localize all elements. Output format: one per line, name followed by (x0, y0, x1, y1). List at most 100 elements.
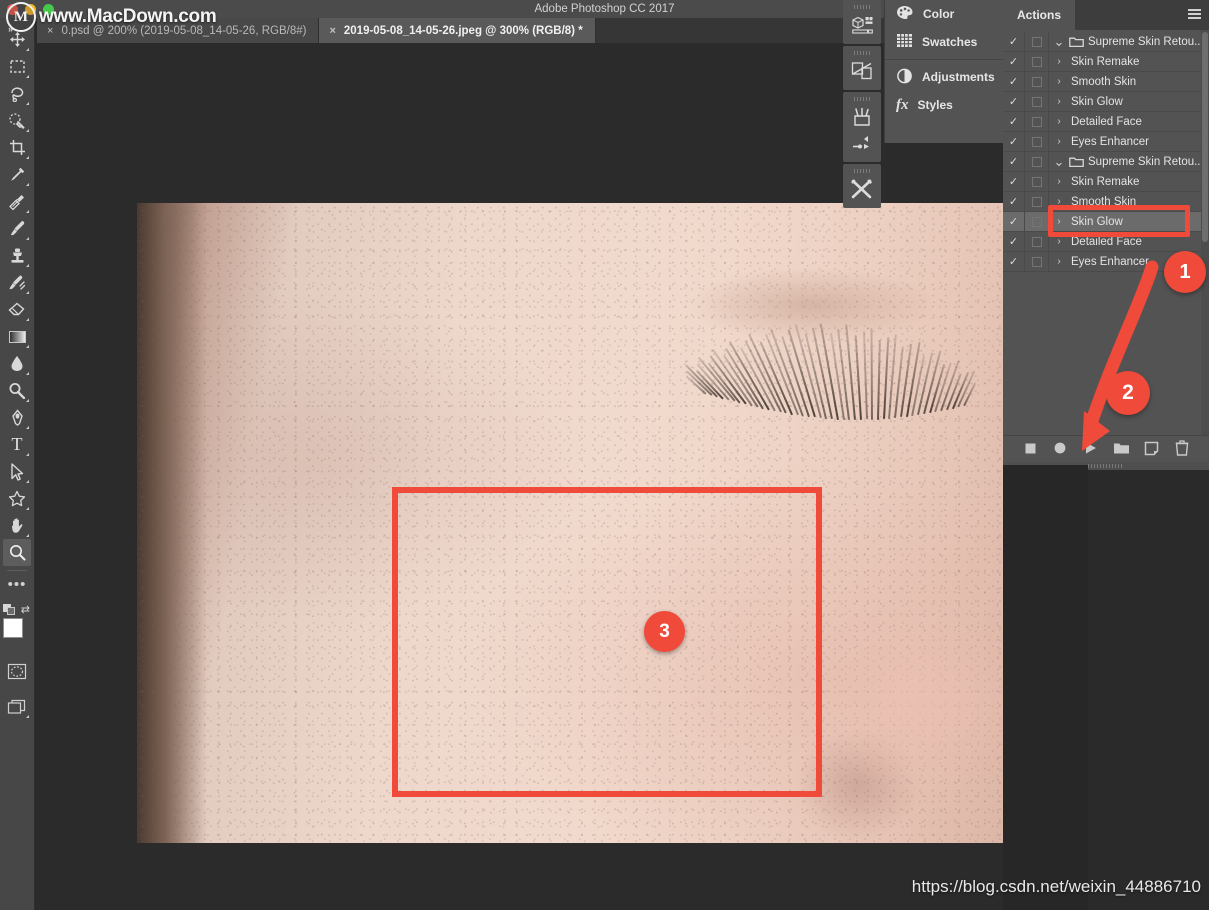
tab-actions[interactable]: Actions (1003, 0, 1076, 30)
screen-mode-button[interactable] (3, 693, 31, 720)
action-toggle-checkbox[interactable]: ✓ (1003, 211, 1025, 232)
record-button[interactable] (1049, 440, 1071, 462)
action-dialog-toggle[interactable] (1025, 91, 1049, 112)
foreground-color-swatch[interactable] (3, 618, 23, 638)
crop-tool[interactable] (3, 134, 31, 161)
action-toggle-checkbox[interactable]: ✓ (1003, 71, 1025, 92)
action-row[interactable]: ✓ › Skin Remake (1003, 171, 1209, 192)
eraser-tool[interactable] (3, 296, 31, 323)
document-tab-1[interactable]: × 2019-05-08_14-05-26.jpeg @ 300% (RGB/8… (319, 18, 596, 43)
custom-shape-tool[interactable] (3, 485, 31, 512)
chevron-right-icon[interactable]: › (1049, 256, 1069, 267)
action-dialog-toggle[interactable] (1025, 231, 1049, 252)
action-row[interactable]: ✓ › Detailed Face (1003, 231, 1209, 252)
zoom-window-button[interactable] (43, 4, 54, 15)
action-dialog-toggle[interactable] (1025, 71, 1049, 92)
drag-grip-icon[interactable] (1088, 464, 1122, 468)
brush-tool[interactable] (3, 215, 31, 242)
pen-tool[interactable] (3, 404, 31, 431)
action-row[interactable]: ✓ › Smooth Skin (1003, 71, 1209, 92)
chevron-right-icon[interactable]: › (1049, 136, 1069, 147)
drag-grip-icon[interactable] (854, 169, 870, 173)
action-dialog-toggle[interactable] (1025, 51, 1049, 72)
action-row[interactable]: ✓ › Skin Remake (1003, 51, 1209, 72)
action-dialog-toggle[interactable] (1025, 211, 1049, 232)
actions-scrollbar[interactable] (1201, 30, 1209, 435)
properties-3d-icon[interactable] (847, 12, 877, 38)
action-toggle-checkbox[interactable]: ✓ (1003, 171, 1025, 192)
libraries-icon[interactable] (847, 58, 877, 84)
action-toggle-checkbox[interactable]: ✓ (1003, 131, 1025, 152)
blur-tool[interactable] (3, 350, 31, 377)
chevron-right-icon[interactable]: › (1049, 216, 1069, 227)
default-colors-icon-back[interactable] (7, 607, 15, 615)
action-toggle-checkbox[interactable]: ✓ (1003, 191, 1025, 212)
action-set-row[interactable]: ✓ ⌄ Supreme Skin Retou... (1003, 151, 1209, 172)
action-dialog-toggle[interactable] (1025, 131, 1049, 152)
dodge-tool[interactable] (3, 377, 31, 404)
close-icon[interactable]: × (329, 25, 335, 37)
action-row[interactable]: ✓ › Skin Glow (1003, 91, 1209, 112)
lasso-tool[interactable] (3, 80, 31, 107)
action-row[interactable]: ✓ › Eyes Enhancer (1003, 131, 1209, 152)
chevron-right-icon[interactable]: › (1049, 236, 1069, 247)
more-tools-button[interactable]: ••• (3, 575, 31, 602)
type-tool[interactable]: T (3, 431, 31, 458)
minimize-window-button[interactable] (25, 4, 36, 15)
path-selection-tool[interactable] (3, 458, 31, 485)
chevron-right-icon[interactable]: › (1049, 116, 1069, 127)
panel-item-swatches[interactable]: Swatches (885, 28, 1003, 56)
drag-grip-icon[interactable] (854, 51, 870, 55)
chevron-right-icon[interactable]: › (1049, 76, 1069, 87)
hand-tool[interactable] (3, 512, 31, 539)
panel-item-adjustments[interactable]: Adjustments (885, 63, 1003, 91)
action-toggle-checkbox[interactable]: ✓ (1003, 231, 1025, 252)
drag-grip-icon[interactable] (854, 5, 870, 9)
action-dialog-toggle[interactable] (1025, 31, 1049, 52)
healing-brush-tool[interactable] (3, 188, 31, 215)
action-toggle-checkbox[interactable]: ✓ (1003, 31, 1025, 52)
action-dialog-toggle[interactable] (1025, 171, 1049, 192)
action-set-row[interactable]: ✓ ⌄ Supreme Skin Retou... (1003, 31, 1209, 52)
panel-item-styles[interactable]: fx Styles (885, 91, 1003, 119)
history-brush-tool[interactable] (3, 269, 31, 296)
action-toggle-checkbox[interactable]: ✓ (1003, 51, 1025, 72)
action-row[interactable]: ✓ › Smooth Skin (1003, 191, 1209, 212)
document-tab-0[interactable]: × 0.psd @ 200% (2019-05-08_14-05-26, RGB… (37, 18, 320, 43)
chevron-right-icon[interactable]: › (1049, 96, 1069, 107)
action-toggle-checkbox[interactable]: ✓ (1003, 251, 1025, 272)
panel-item-color[interactable]: Color (885, 0, 1003, 28)
swap-colors-icon[interactable]: ⇄ (21, 603, 30, 616)
actions-scrollbar-thumb[interactable] (1202, 32, 1208, 242)
action-row[interactable]: ✓ › Detailed Face (1003, 111, 1209, 132)
chevron-down-icon[interactable]: ⌄ (1049, 35, 1069, 48)
marquee-tool[interactable] (3, 53, 31, 80)
drag-grip-icon[interactable] (854, 97, 870, 101)
gradient-tool[interactable] (3, 323, 31, 350)
eyedropper-tool[interactable] (3, 161, 31, 188)
chevron-right-icon[interactable]: › (1049, 196, 1069, 207)
brushes-icon[interactable] (847, 104, 877, 130)
chevron-right-icon[interactable]: › (1049, 176, 1069, 187)
action-toggle-checkbox[interactable]: ✓ (1003, 151, 1025, 172)
chevron-down-icon[interactable]: ⌄ (1049, 155, 1069, 168)
brush-settings-icon[interactable] (847, 130, 877, 156)
action-toggle-checkbox[interactable]: ✓ (1003, 91, 1025, 112)
panel-menu-icon[interactable] (1188, 9, 1201, 20)
move-tool[interactable] (3, 26, 31, 53)
tool-presets-icon[interactable] (847, 176, 877, 202)
clone-stamp-tool[interactable] (3, 242, 31, 269)
zoom-tool[interactable] (3, 539, 31, 566)
action-dialog-toggle[interactable] (1025, 251, 1049, 272)
close-window-button[interactable] (7, 4, 18, 15)
action-dialog-toggle[interactable] (1025, 111, 1049, 132)
close-icon[interactable]: × (47, 25, 53, 37)
quick-selection-tool[interactable] (3, 107, 31, 134)
chevron-right-icon[interactable]: › (1049, 56, 1069, 67)
action-dialog-toggle[interactable] (1025, 191, 1049, 212)
action-toggle-checkbox[interactable]: ✓ (1003, 111, 1025, 132)
stop-button[interactable] (1019, 440, 1041, 462)
quick-mask-button[interactable] (3, 658, 31, 685)
action-dialog-toggle[interactable] (1025, 151, 1049, 172)
action-row[interactable]: ✓ › Skin Glow (1003, 211, 1209, 232)
